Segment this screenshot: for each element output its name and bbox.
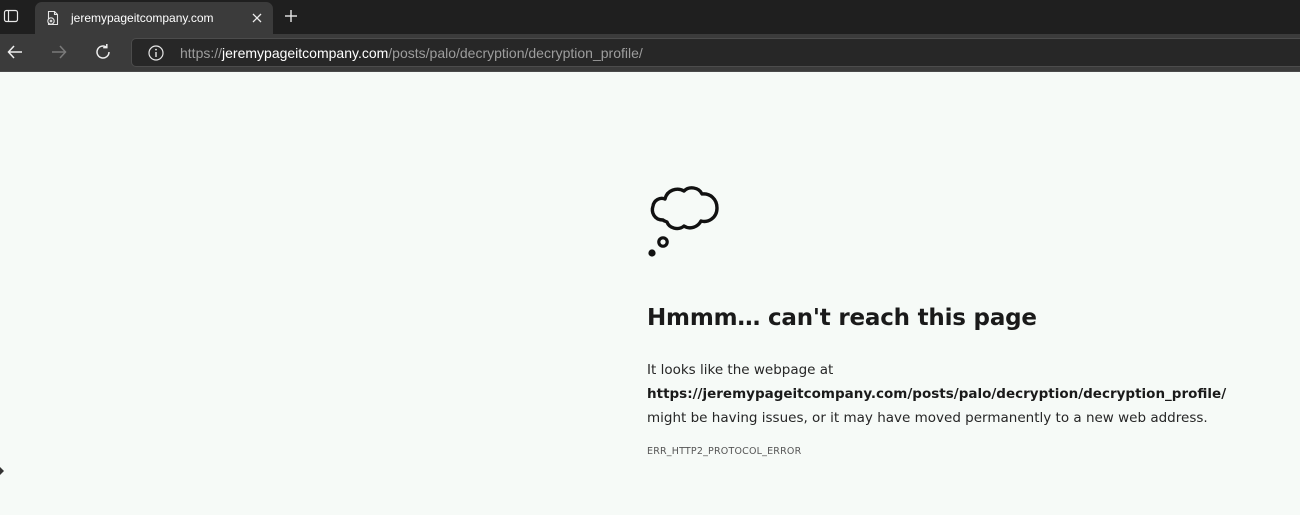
url-host: jeremypageitcompany.com [222, 45, 389, 61]
error-body-prefix: It looks like the webpage at [647, 362, 834, 378]
thought-cloud-icon [648, 186, 719, 257]
toolbar: https://jeremypageitcompany.com/posts/pa… [0, 34, 1300, 72]
close-icon[interactable] [249, 10, 265, 26]
error-content: Hmmm… can't reach this page It looks lik… [647, 184, 1267, 457]
url-text[interactable]: https://jeremypageitcompany.com/posts/pa… [180, 45, 643, 61]
address-bar[interactable]: https://jeremypageitcompany.com/posts/pa… [131, 38, 1300, 67]
error-body-suffix: might be having issues, or it may have m… [647, 410, 1208, 426]
plus-icon[interactable] [282, 7, 300, 25]
error-description: It looks like the webpage at https://jere… [647, 358, 1237, 430]
page-error-icon [45, 10, 61, 26]
info-icon[interactable] [148, 45, 164, 61]
refresh-icon[interactable] [92, 41, 114, 63]
cursor-icon [0, 467, 4, 475]
tab-actions-icon[interactable] [2, 7, 20, 25]
tab-strip: jeremypageitcompany.com [0, 0, 1300, 34]
error-title: Hmmm… can't reach this page [647, 305, 1037, 331]
error-url: https://jeremypageitcompany.com/posts/pa… [647, 386, 1227, 402]
url-path: /posts/palo/decryption/decryption_profil… [388, 45, 643, 61]
active-tab[interactable]: jeremypageitcompany.com [35, 2, 273, 34]
back-arrow-icon[interactable] [4, 41, 26, 63]
forward-arrow-icon[interactable] [48, 41, 70, 63]
url-scheme: https:// [180, 45, 223, 61]
error-code: ERR_HTTP2_PROTOCOL_ERROR [647, 446, 802, 457]
tab-title: jeremypageitcompany.com [71, 11, 214, 25]
